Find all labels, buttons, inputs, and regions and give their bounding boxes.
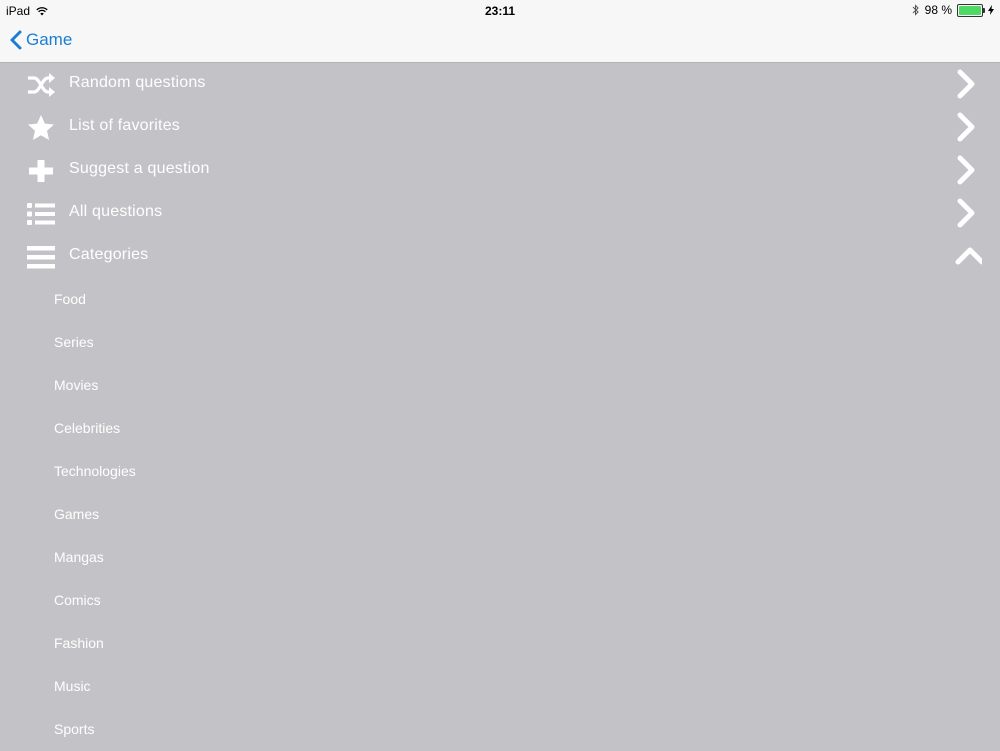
category-label: Technologies [54, 463, 136, 479]
menu-item-label: List of favorites [69, 117, 181, 134]
category-label: Movies [54, 377, 99, 393]
category-label: Comics [54, 592, 101, 608]
category-label: Food [54, 291, 86, 307]
category-item-movies[interactable]: Movies [0, 364, 1000, 407]
category-label: Mangas [54, 549, 104, 565]
category-label: Music [54, 678, 91, 694]
category-item-series[interactable]: Series [0, 321, 1000, 364]
back-button[interactable]: Game [10, 30, 72, 50]
menu-icon [27, 246, 55, 269]
category-item-fashion[interactable]: Fashion [0, 622, 1000, 665]
menu-item-label: Categories [69, 246, 149, 263]
status-time: 23:11 [484, 4, 516, 18]
category-label: Celebrities [54, 420, 121, 436]
menu-item-categories[interactable]: Categories [0, 235, 1000, 278]
menu-item-random-questions[interactable]: Random questions [0, 63, 1000, 106]
chevron-up-icon [955, 247, 982, 265]
menu-item-list-of-favorites[interactable]: List of favorites [0, 106, 1000, 149]
menu-item-label: Suggest a question [69, 160, 210, 177]
shuffle-icon [28, 73, 55, 97]
chevron-right-icon [957, 112, 975, 142]
chevron-left-icon [10, 30, 22, 50]
category-label: Fashion [54, 635, 104, 651]
navigation-bar: Game [0, 22, 1000, 63]
menu-item-label: Random questions [69, 74, 206, 91]
bluetooth-icon [912, 4, 919, 16]
star-icon [28, 115, 54, 140]
category-item-comics[interactable]: Comics [0, 579, 1000, 622]
menu-list: Random questions List of favorites Sugge… [0, 63, 1000, 751]
chevron-right-icon [957, 198, 975, 228]
plus-icon [29, 160, 53, 182]
charging-icon [988, 5, 994, 15]
category-item-mangas[interactable]: Mangas [0, 536, 1000, 579]
category-item-games[interactable]: Games [0, 493, 1000, 536]
category-item-celebrities[interactable]: Celebrities [0, 407, 1000, 450]
category-label: Games [54, 506, 100, 522]
category-item-technologies[interactable]: Technologies [0, 450, 1000, 493]
menu-item-suggest-a-question[interactable]: Suggest a question [0, 149, 1000, 192]
battery-icon [957, 3, 985, 17]
category-item-food[interactable]: Food [0, 278, 1000, 321]
chevron-right-icon [957, 69, 975, 99]
list-icon [27, 203, 55, 225]
chevron-right-icon [957, 155, 975, 185]
menu-item-all-questions[interactable]: All questions [0, 192, 1000, 235]
status-bar: iPad 23:11 98 % [0, 0, 1000, 22]
category-item-music[interactable]: Music [0, 665, 1000, 708]
category-label: Series [54, 334, 94, 350]
status-right: 98 % [912, 3, 994, 17]
category-item-sports[interactable]: Sports [0, 708, 1000, 751]
menu-item-label: All questions [69, 203, 163, 220]
back-button-label: Game [26, 30, 73, 49]
category-label: Sports [54, 721, 95, 737]
battery-percent: 98 % [924, 3, 952, 17]
